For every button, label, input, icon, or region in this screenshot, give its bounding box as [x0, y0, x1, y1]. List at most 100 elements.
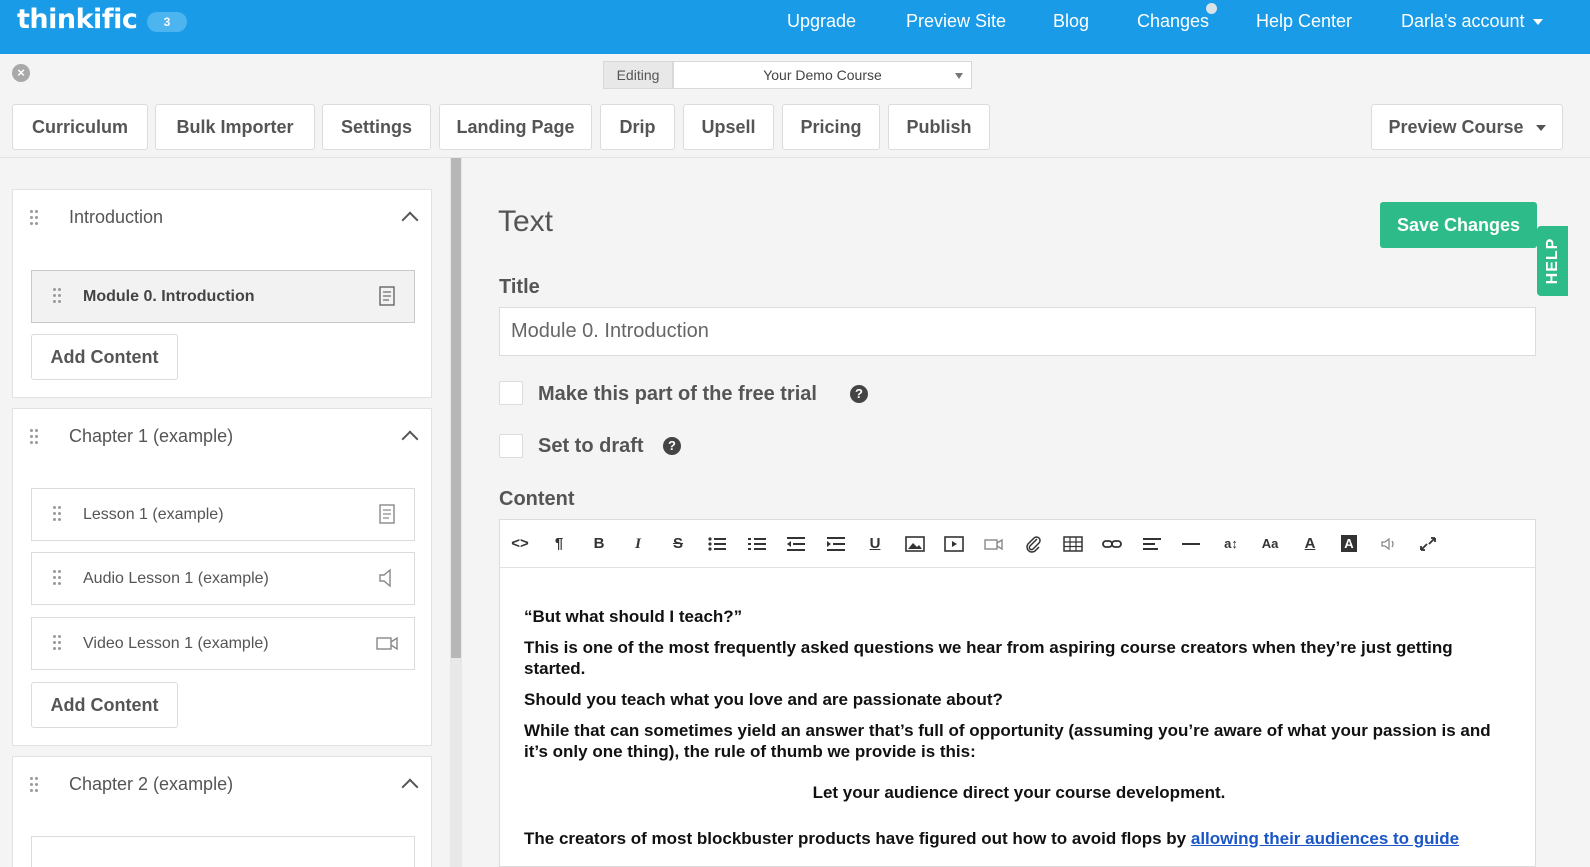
font-color-icon[interactable]: A [1297, 532, 1323, 556]
help-tab-label: HELP [1543, 237, 1561, 285]
chevron-down-icon [1535, 125, 1546, 132]
draft-checkbox[interactable] [499, 434, 523, 458]
tab-publish[interactable]: Publish [888, 104, 990, 150]
top-navigation-bar: thinkific 3 Upgrade Preview Site Blog Ch… [0, 0, 1590, 54]
underline-icon[interactable]: U [862, 532, 888, 556]
drag-handle-icon[interactable] [30, 428, 38, 448]
nav-blog-link[interactable]: Blog [1053, 0, 1089, 42]
lesson-item-lesson-1[interactable]: Lesson 1 (example) [31, 488, 415, 541]
paragraph-icon[interactable]: ¶ [546, 532, 572, 556]
inline-link[interactable]: allowing their audiences to guide [1191, 829, 1459, 848]
table-icon[interactable] [1060, 532, 1086, 556]
lesson-item-module-0[interactable]: Module 0. Introduction [31, 270, 415, 323]
nav-preview-site-link[interactable]: Preview Site [906, 0, 1006, 42]
tab-drip[interactable]: Drip [600, 104, 675, 150]
align-icon[interactable] [1139, 532, 1165, 556]
chevron-up-icon[interactable] [401, 778, 419, 796]
tab-bulk-importer[interactable]: Bulk Importer [155, 104, 315, 150]
nav-help-center-link[interactable]: Help Center [1256, 0, 1352, 42]
drag-handle-icon[interactable] [53, 634, 61, 654]
help-question-icon[interactable]: ? [850, 385, 868, 403]
course-select-value: Your Demo Course [763, 67, 882, 83]
horizontal-rule-icon[interactable] [1178, 532, 1204, 556]
close-icon[interactable]: × [12, 64, 30, 82]
font-family-icon[interactable]: Aa [1257, 532, 1283, 556]
background-color-icon[interactable]: A [1336, 532, 1362, 556]
course-select[interactable]: Your Demo Course [673, 61, 972, 89]
add-content-button[interactable]: Add Content [31, 682, 178, 728]
editor-content[interactable]: “But what should I teach?” This is one o… [524, 606, 1514, 859]
audio-icon[interactable] [1376, 532, 1402, 556]
outdent-icon[interactable] [783, 532, 809, 556]
unordered-list-icon[interactable] [704, 532, 730, 556]
drag-handle-icon[interactable] [53, 569, 61, 589]
tab-settings[interactable]: Settings [322, 104, 431, 150]
help-question-icon[interactable]: ? [663, 437, 681, 455]
page-title: Text [498, 205, 554, 238]
save-changes-button[interactable]: Save Changes [1380, 202, 1537, 248]
tab-pricing[interactable]: Pricing [782, 104, 880, 150]
drag-handle-icon[interactable] [30, 209, 38, 229]
chapter-card-introduction: Introduction Module 0. Introduction Add … [12, 189, 432, 398]
video-embed-icon[interactable] [941, 532, 967, 556]
video-camera-icon[interactable] [981, 532, 1007, 556]
rich-text-editor[interactable]: <> ¶ B I S U a↕ Aa A A “But what should … [499, 519, 1536, 867]
paragraph: Should you teach what you love and are p… [524, 690, 1003, 709]
chapter-title[interactable]: Chapter 1 (example) [69, 426, 233, 447]
lesson-item-video-lesson-1[interactable]: Video Lesson 1 (example) [31, 617, 415, 670]
tab-landing-page[interactable]: Landing Page [439, 104, 592, 150]
paragraph: “But what should I teach?” [524, 607, 743, 626]
ordered-list-icon[interactable] [744, 532, 770, 556]
editing-label: Editing [603, 61, 673, 89]
preview-course-dropdown[interactable]: Preview Course [1371, 104, 1563, 150]
free-trial-label[interactable]: Make this part of the free trial [538, 383, 817, 406]
bold-icon[interactable]: B [586, 532, 612, 556]
font-size-icon[interactable]: a↕ [1218, 532, 1244, 556]
fullscreen-icon[interactable] [1415, 532, 1441, 556]
indent-icon[interactable] [823, 532, 849, 556]
nav-changes-link[interactable]: Changes [1137, 0, 1209, 42]
nav-upgrade-link[interactable]: Upgrade [787, 0, 856, 42]
sidebar-scrollbar-thumb[interactable] [451, 158, 461, 658]
lesson-label: Audio Lesson 1 (example) [83, 570, 269, 587]
changes-indicator-dot [1206, 3, 1217, 14]
lesson-item-partial[interactable] [31, 836, 415, 867]
image-icon[interactable] [902, 532, 928, 556]
chevron-up-icon[interactable] [401, 211, 419, 229]
account-menu[interactable]: Darla's account [1401, 0, 1543, 42]
notification-count-badge[interactable]: 3 [147, 12, 187, 32]
italic-icon[interactable]: I [625, 532, 651, 556]
strikethrough-icon[interactable]: S [665, 532, 691, 556]
account-menu-label: Darla's account [1401, 11, 1525, 31]
attach-file-icon[interactable] [1020, 532, 1046, 556]
link-icon[interactable] [1099, 532, 1125, 556]
drag-handle-icon[interactable] [30, 776, 38, 796]
speaker-icon [379, 568, 391, 588]
add-content-button[interactable]: Add Content [31, 334, 178, 380]
paragraph: While that can sometimes yield an answer… [524, 721, 1491, 761]
title-label: Title [499, 276, 540, 298]
code-view-icon[interactable]: <> [507, 532, 533, 556]
video-camera-icon [376, 636, 398, 651]
thinkific-logo[interactable]: thinkific [17, 4, 138, 35]
paragraph-text: The creators of most blockbuster product… [524, 829, 1191, 848]
draft-label[interactable]: Set to draft [538, 435, 644, 458]
tab-upsell[interactable]: Upsell [683, 104, 774, 150]
drag-handle-icon[interactable] [53, 287, 61, 307]
chevron-down-icon [1532, 19, 1543, 26]
lesson-label: Lesson 1 (example) [83, 506, 224, 523]
help-tab[interactable]: HELP [1537, 226, 1568, 296]
title-input[interactable] [499, 307, 1536, 356]
content-label: Content [499, 488, 575, 510]
free-trial-checkbox[interactable] [499, 381, 523, 405]
lesson-label: Video Lesson 1 (example) [83, 635, 269, 652]
tab-curriculum[interactable]: Curriculum [12, 104, 148, 150]
text-lesson-icon [379, 286, 395, 306]
drag-handle-icon[interactable] [53, 505, 61, 525]
chevron-up-icon[interactable] [401, 430, 419, 448]
centered-paragraph: Let your audience direct your course dev… [812, 783, 1226, 802]
paragraph: This is one of the most frequently asked… [524, 638, 1453, 678]
lesson-item-audio-lesson-1[interactable]: Audio Lesson 1 (example) [31, 552, 415, 605]
chapter-title[interactable]: Introduction [69, 207, 163, 228]
chapter-title[interactable]: Chapter 2 (example) [69, 774, 233, 795]
